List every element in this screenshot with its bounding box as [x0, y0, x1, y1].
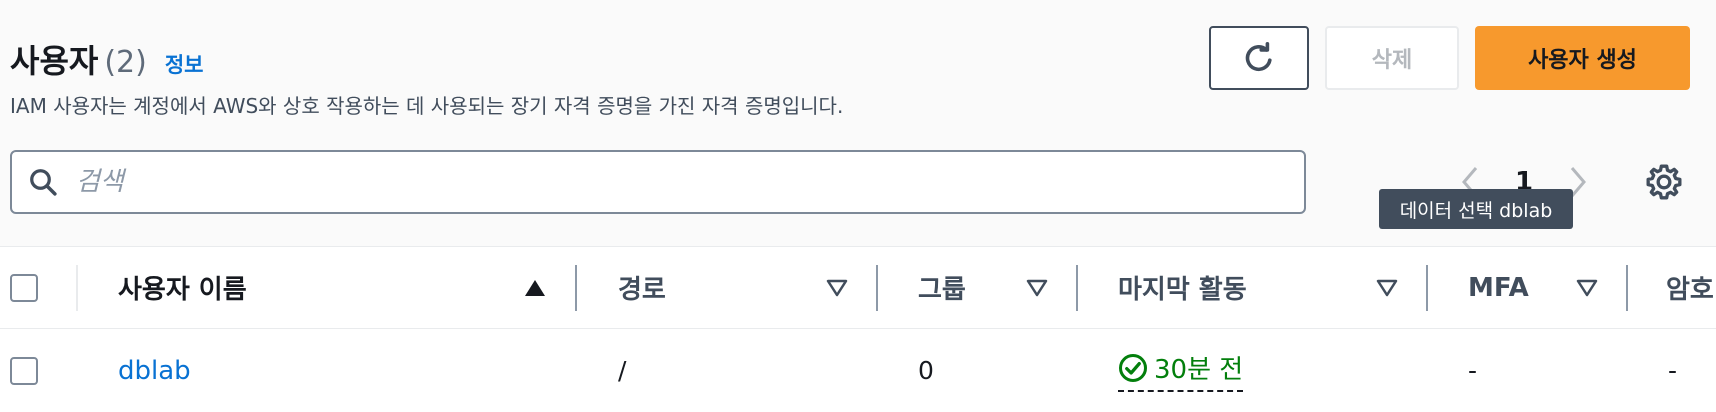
cell-groups: 0: [918, 329, 934, 412]
sort-button-path[interactable]: [826, 247, 848, 328]
users-table: 사용자 이름 경로 그룹 마지막 활동 MFA 암호 dblab / 0 30분…: [0, 246, 1716, 412]
cell-last-activity: 30분 전: [1118, 329, 1244, 412]
column-groups[interactable]: 그룹: [918, 247, 966, 328]
search-icon: [30, 169, 57, 196]
user-name-link[interactable]: dblab: [118, 356, 191, 386]
column-header-label: 암호: [1666, 275, 1714, 305]
cell-password: -: [1668, 329, 1677, 412]
row-checkbox[interactable]: [10, 356, 38, 385]
table-row: dblab / 0 30분 전 - -: [0, 329, 1716, 412]
page-header: 사용자 (2) 정보: [10, 36, 203, 82]
table-header: 사용자 이름 경로 그룹 마지막 활동 MFA 암호: [0, 247, 1716, 329]
column-header-label: 마지막 활동: [1118, 275, 1247, 305]
column-divider[interactable]: [1076, 265, 1078, 311]
select-all-cell: [10, 247, 38, 328]
check-circle-icon: [1119, 353, 1147, 382]
column-header-label: MFA: [1468, 272, 1529, 303]
mfa-value: -: [1468, 356, 1478, 385]
path-value: /: [618, 356, 627, 385]
last-activity-status[interactable]: 30분 전: [1118, 349, 1244, 392]
sort-descending-icon: [826, 279, 848, 296]
row-select-cell: [10, 329, 38, 412]
sort-button-mfa[interactable]: [1576, 247, 1598, 328]
sort-button-last-activity[interactable]: [1376, 247, 1398, 328]
column-divider[interactable]: [1626, 265, 1628, 311]
table-settings-button[interactable]: [1644, 162, 1684, 202]
sort-button-groups[interactable]: [1026, 247, 1048, 328]
column-divider: [76, 265, 78, 311]
column-user-name[interactable]: 사용자 이름: [118, 247, 247, 328]
info-link[interactable]: 정보: [165, 49, 204, 79]
column-mfa[interactable]: MFA: [1468, 247, 1529, 328]
column-header-label: 경로: [618, 275, 666, 305]
cell-path: /: [618, 329, 626, 412]
column-path[interactable]: 경로: [618, 247, 666, 328]
tooltip: 데이터 선택 dblab: [1379, 189, 1573, 229]
user-count: (2): [104, 45, 147, 80]
cell-user-name: dblab: [118, 329, 191, 412]
sort-descending-icon: [1376, 279, 1398, 296]
sort-descending-icon: [1026, 279, 1048, 296]
delete-button[interactable]: 삭제: [1325, 26, 1459, 90]
refresh-icon: [1245, 41, 1272, 72]
page-title: 사용자: [10, 42, 99, 80]
gear-icon: [1646, 164, 1682, 200]
column-header-label: 사용자 이름: [118, 275, 247, 305]
cell-mfa: -: [1468, 329, 1477, 412]
column-divider[interactable]: [575, 265, 577, 311]
sort-ascending-icon: [525, 279, 545, 296]
select-all-checkbox[interactable]: [10, 273, 38, 302]
create-user-button[interactable]: 사용자 생성: [1475, 26, 1690, 90]
column-header-label: 그룹: [918, 275, 966, 305]
groups-value: 0: [918, 356, 934, 385]
sort-ascending-button[interactable]: [524, 247, 546, 328]
search-box[interactable]: [10, 150, 1306, 214]
column-last-activity[interactable]: 마지막 활동: [1118, 247, 1247, 328]
column-password[interactable]: 암호: [1666, 247, 1714, 328]
column-divider[interactable]: [1426, 265, 1428, 311]
last-activity-value: 30분 전: [1154, 355, 1244, 385]
search-input[interactable]: [76, 167, 1256, 197]
sort-descending-icon: [1576, 279, 1598, 296]
column-divider[interactable]: [876, 265, 878, 311]
password-value: -: [1668, 356, 1678, 385]
refresh-button[interactable]: [1209, 26, 1309, 90]
page-description: IAM 사용자는 계정에서 AWS와 상호 작용하는 데 사용되는 장기 자격 …: [10, 94, 844, 118]
